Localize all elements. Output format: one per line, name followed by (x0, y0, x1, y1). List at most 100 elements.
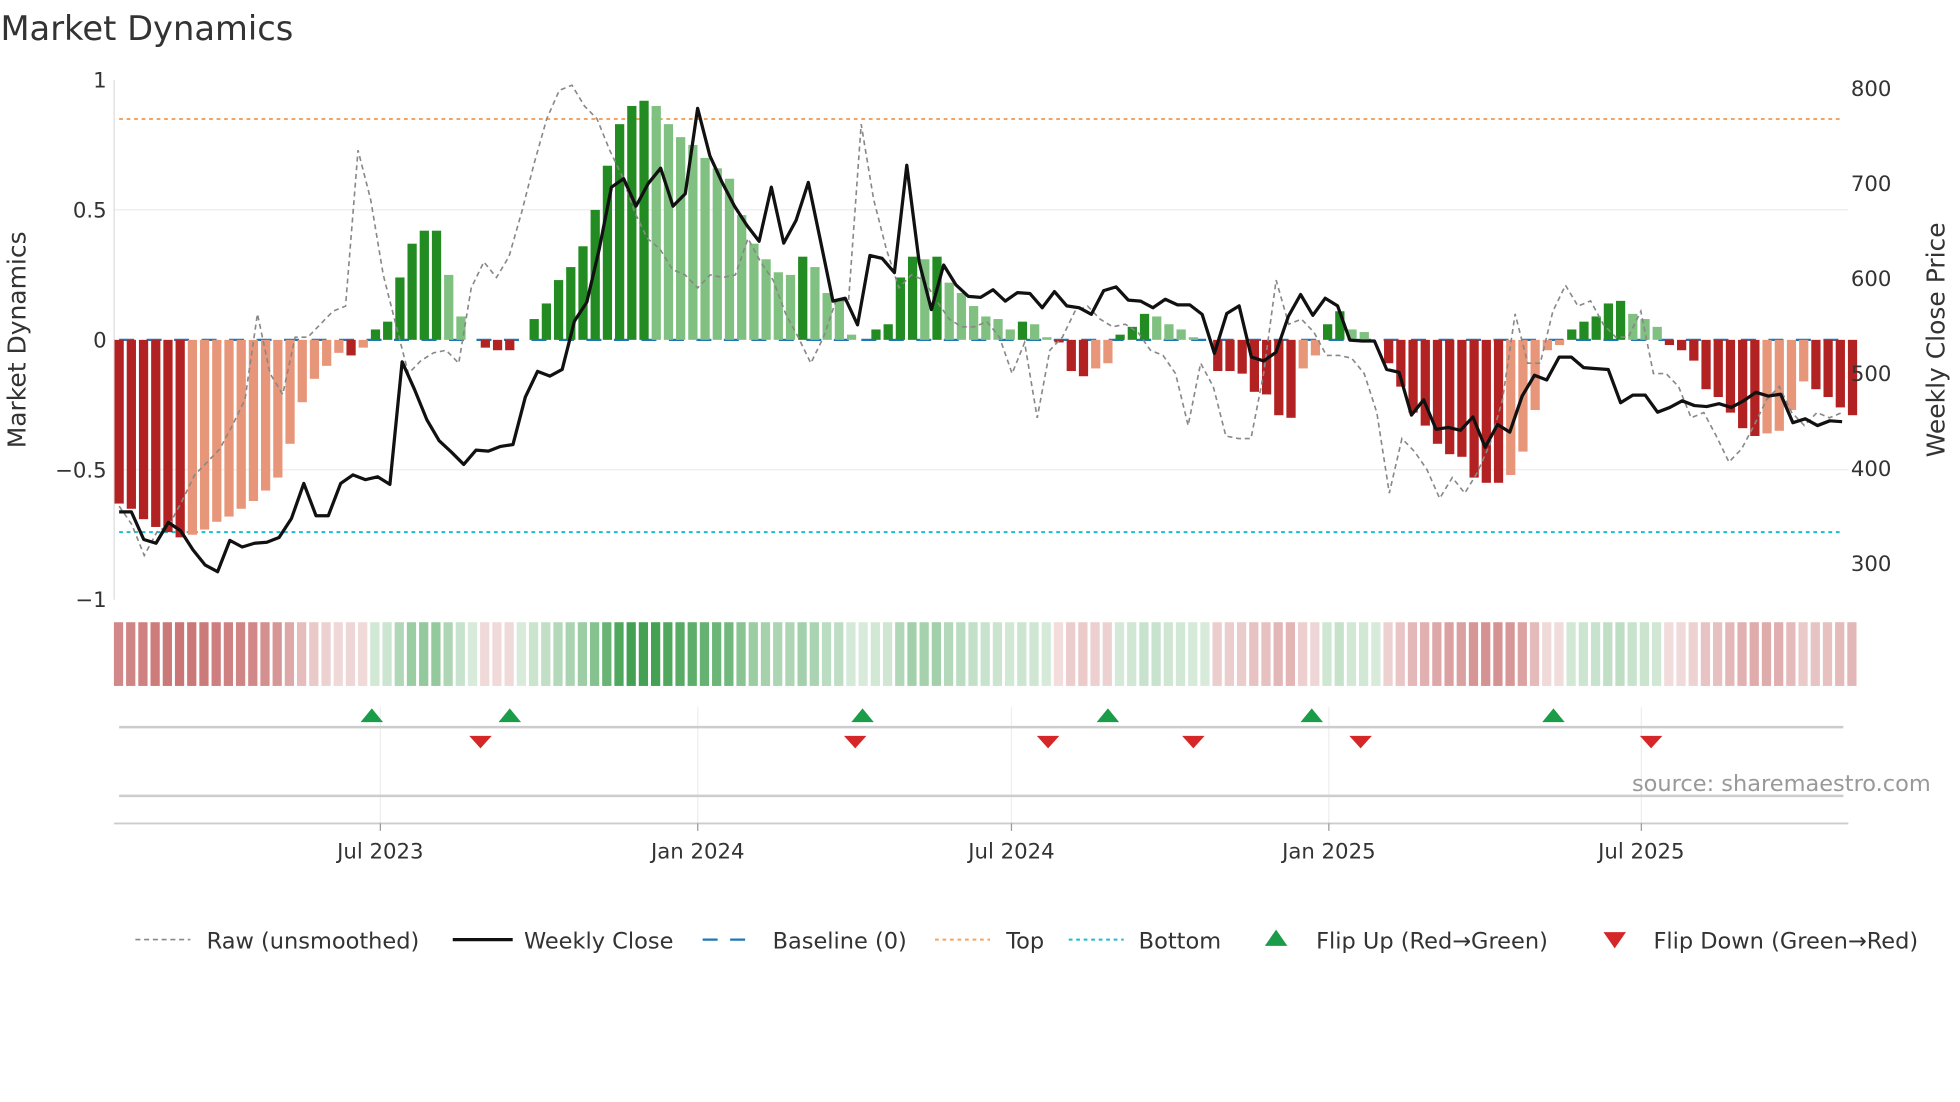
strip-cell (1249, 622, 1259, 686)
strip-cell (834, 622, 844, 686)
legend-label: Top (1005, 928, 1044, 954)
strip-cell (577, 622, 588, 686)
strip-cell (907, 622, 917, 686)
strip-cell (1029, 622, 1039, 686)
strip-cell (748, 622, 758, 686)
strip-cell (1713, 622, 1723, 686)
source-label: source: sharemaestro.com (1632, 771, 1931, 797)
bar (1066, 339, 1076, 372)
strip-cell (1127, 622, 1137, 686)
flip-down-marker (1349, 735, 1372, 749)
bar (1811, 339, 1821, 390)
strip-cell (1456, 622, 1466, 686)
strip-cell (1139, 622, 1149, 686)
strip-cell (223, 622, 234, 686)
strip-cell (1334, 622, 1344, 686)
strip-cell (675, 622, 685, 686)
strip-cell (882, 622, 893, 686)
strip-cell (992, 622, 1003, 686)
bar (1799, 339, 1809, 382)
legend-item-top: Top (935, 928, 1044, 954)
bar (1078, 339, 1089, 377)
bar (1408, 339, 1418, 413)
flip-up-marker (498, 708, 522, 723)
bar (297, 339, 307, 403)
strip-cell (1725, 622, 1735, 686)
strip-cell (1468, 622, 1479, 686)
bar (773, 272, 783, 340)
y2-tick-label: 400 (1851, 457, 1892, 482)
legend-item-down: Flip Down (Green→Red) (1603, 928, 1918, 954)
bar (163, 339, 173, 533)
strip-cell (1102, 622, 1112, 686)
strip-cell (650, 622, 661, 686)
strip-cell (113, 622, 124, 686)
y-tick-label: 0 (93, 328, 107, 353)
strip-cell (931, 622, 942, 686)
y2-tick-label: 300 (1851, 552, 1892, 577)
bar (969, 306, 979, 340)
strip-cell (1444, 622, 1454, 686)
bar (199, 339, 210, 530)
strip-cell (614, 622, 624, 686)
flip-up-marker (360, 708, 384, 723)
bar (126, 339, 136, 509)
bar (273, 339, 283, 478)
legend-label: Baseline (0) (773, 928, 907, 954)
strip-cell (1407, 622, 1418, 686)
bar (529, 319, 539, 340)
strip-cell (980, 622, 990, 686)
strip-cell (1432, 622, 1442, 686)
strip-cell (1163, 622, 1173, 686)
strip-cell (1090, 622, 1100, 686)
strip-cell (296, 622, 307, 686)
bar (1469, 339, 1479, 478)
x-tick-label: Jul 2023 (335, 839, 423, 864)
legend-item-close: Weekly Close (452, 928, 673, 954)
bar (834, 300, 844, 340)
bar (1115, 334, 1125, 340)
bar (615, 124, 625, 340)
strip-cell (1590, 622, 1601, 686)
bar (187, 339, 198, 535)
strip-cell (467, 622, 478, 686)
y2-tick-label: 600 (1851, 267, 1892, 292)
bar (1298, 339, 1308, 369)
bar (676, 137, 686, 340)
strip-cell (333, 622, 343, 686)
strip-cell (1700, 622, 1711, 686)
bar (1054, 339, 1064, 343)
bar (261, 339, 271, 491)
strip-cell (150, 622, 160, 686)
strip-cell (541, 622, 551, 686)
flip-down-marker (469, 735, 492, 749)
strip-cell (260, 622, 270, 686)
flip-down-marker (1036, 735, 1060, 749)
bar (1664, 339, 1675, 346)
strip-cell (174, 622, 185, 686)
strip-cell (1151, 622, 1161, 686)
strip-cell (138, 622, 148, 686)
strip-cell (1786, 622, 1796, 686)
bar (712, 168, 722, 340)
y2-axis-label: Weekly Close Price (1922, 222, 1951, 457)
strip-cell (1529, 622, 1540, 686)
bar (1701, 339, 1711, 390)
strip-cell (126, 622, 136, 686)
strip-cell (1066, 622, 1076, 686)
bar (1384, 339, 1394, 364)
strip-cell (272, 622, 282, 686)
bar (761, 259, 771, 340)
bar (1738, 339, 1748, 429)
strip-cell (1078, 622, 1088, 686)
bar (444, 274, 454, 340)
strip-cell (687, 622, 697, 686)
strip-cell (1542, 622, 1552, 686)
bar (553, 280, 564, 340)
strip-cell (1383, 622, 1393, 686)
flip-down-marker (843, 735, 867, 749)
bar (1017, 321, 1028, 340)
legend-down-icon (1603, 932, 1626, 949)
bar (737, 215, 747, 340)
x-tick-label: Jan 2025 (1280, 839, 1376, 864)
